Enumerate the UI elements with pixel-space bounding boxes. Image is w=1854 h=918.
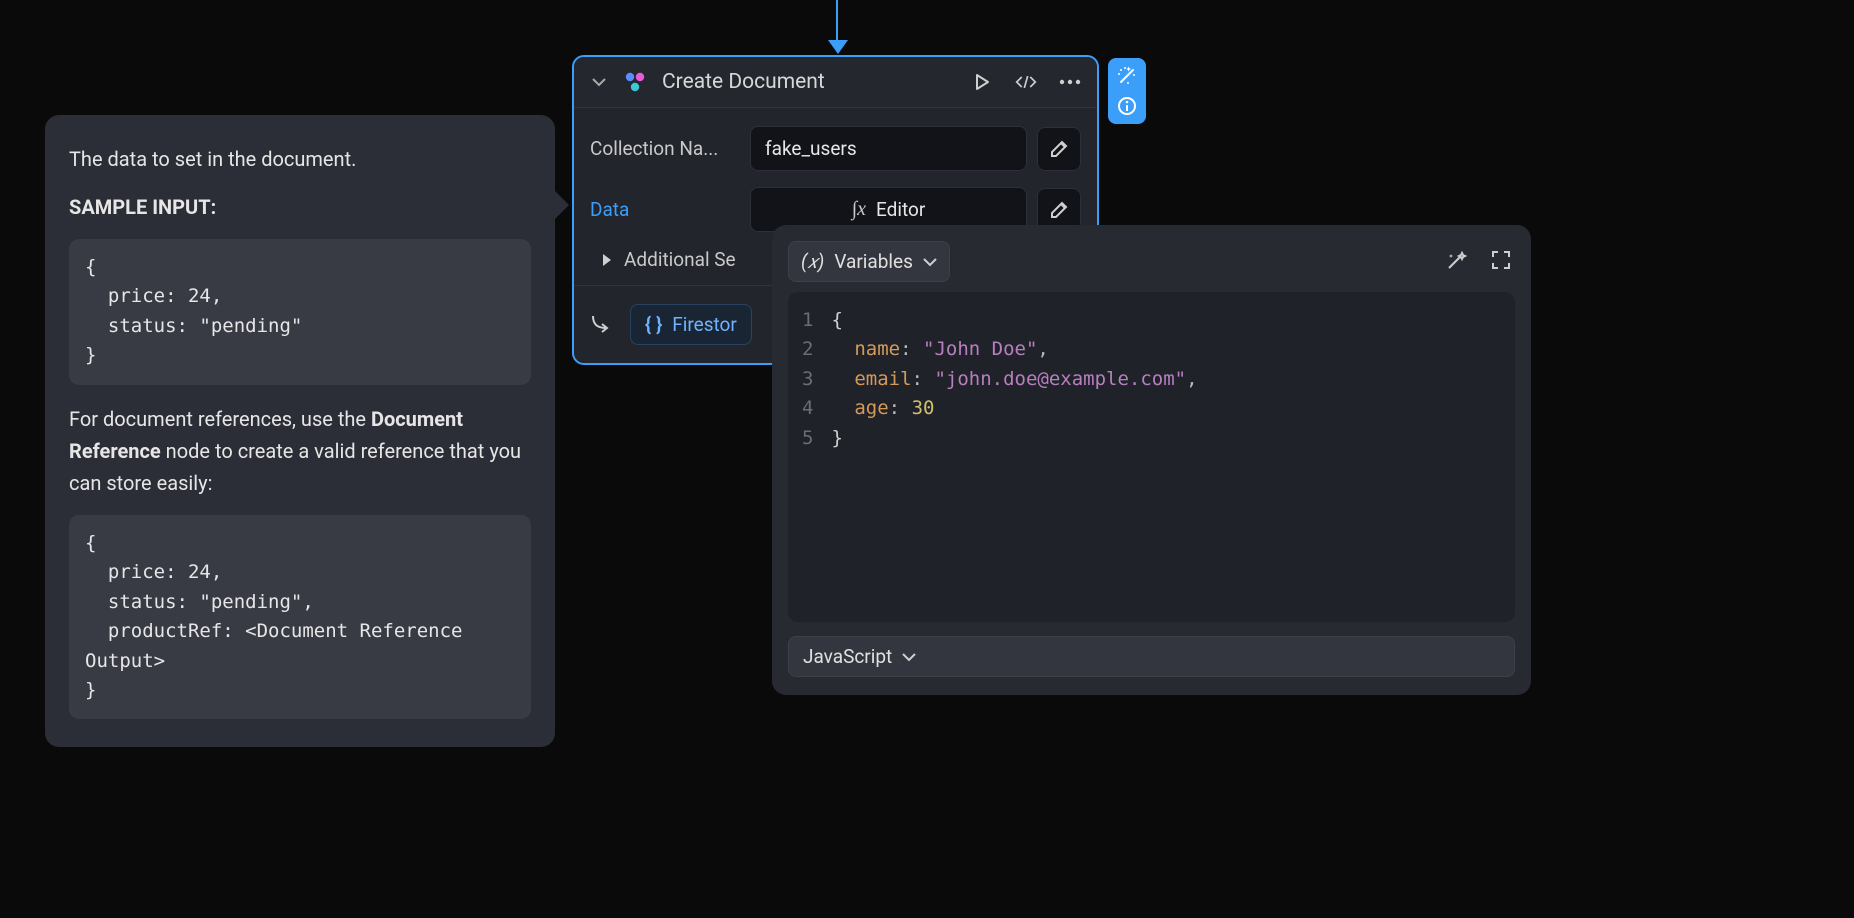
code-area[interactable]: 12345 { name: "John Doe", email: "john.d…	[788, 292, 1515, 622]
fullscreen-button[interactable]	[1491, 250, 1515, 274]
collapse-toggle[interactable]	[590, 73, 608, 91]
language-dropdown[interactable]: JavaScript	[788, 636, 1515, 677]
editor-tools	[1445, 250, 1515, 274]
line-gutter: 12345	[802, 306, 831, 608]
node-actions	[971, 71, 1081, 93]
field-value-collection-text: fake_users	[765, 137, 857, 160]
tooltip-ref-code: { price: 24, status: "pending", productR…	[69, 515, 531, 720]
line-number: 1	[802, 306, 813, 335]
info-icon[interactable]	[1115, 94, 1139, 118]
code-view-button[interactable]	[1015, 71, 1037, 93]
line-number: 5	[802, 424, 813, 453]
edit-collection-button[interactable]	[1037, 127, 1081, 171]
chevron-down-icon	[902, 652, 916, 662]
code-line: }	[831, 424, 1501, 453]
node-side-badges	[1108, 58, 1146, 124]
variable-icon: (𝑥)	[801, 250, 824, 273]
chevron-down-icon	[923, 257, 937, 267]
code-editor-panel: (𝑥) Variables 12345 { name: "John Doe", …	[772, 225, 1531, 695]
tooltip-sample-heading: SAMPLE INPUT:	[69, 195, 216, 219]
node-title: Create Document	[662, 70, 957, 94]
field-value-collection[interactable]: fake_users	[750, 126, 1027, 171]
app-logo-icon	[622, 69, 648, 95]
flow-connector-line	[836, 0, 838, 45]
line-number: 2	[802, 335, 813, 364]
code-line: name: "John Doe",	[831, 335, 1501, 364]
field-label-data: Data	[590, 198, 740, 221]
tooltip-intro: The data to set in the document.	[69, 143, 531, 175]
field-label-collection: Collection Na...	[590, 137, 740, 160]
code-line: {	[831, 306, 1501, 335]
editor-footer: JavaScript	[788, 636, 1515, 677]
additional-settings-label: Additional Se	[624, 248, 736, 271]
ai-assist-button[interactable]	[1445, 250, 1469, 274]
code-line: email: "john.doe@example.com",	[831, 365, 1501, 394]
variables-label: Variables	[834, 250, 913, 273]
code-line: age: 30	[831, 394, 1501, 423]
flow-connector-arrow-icon	[828, 40, 848, 54]
tooltip-pointer-icon	[555, 191, 569, 219]
language-label: JavaScript	[803, 645, 892, 668]
tooltip-sample-code: { price: 24, status: "pending" }	[69, 239, 531, 385]
line-number: 4	[802, 394, 813, 423]
output-type-label: Firestor	[672, 313, 737, 336]
run-button[interactable]	[971, 71, 993, 93]
output-type-pill[interactable]: { } Firestor	[630, 304, 752, 345]
node-header: Create Document	[574, 57, 1097, 108]
line-number: 3	[802, 365, 813, 394]
field-row-collection: Collection Na... fake_users	[590, 118, 1081, 179]
caret-right-icon	[600, 253, 614, 267]
tooltip-ref-paragraph: For document references, use the Documen…	[69, 403, 531, 499]
tooltip-ref-text-1: For document references, use the	[69, 407, 371, 431]
code-content: { name: "John Doe", email: "john.doe@exa…	[831, 306, 1501, 608]
magic-wand-icon[interactable]	[1115, 64, 1139, 88]
fx-icon: ∫x	[852, 198, 866, 221]
help-tooltip: The data to set in the document. SAMPLE …	[45, 115, 555, 747]
variables-dropdown[interactable]: (𝑥) Variables	[788, 241, 950, 282]
more-menu-button[interactable]	[1059, 71, 1081, 93]
output-arrow-icon	[590, 313, 614, 337]
editor-toolbar: (𝑥) Variables	[788, 241, 1515, 282]
field-value-data-text: Editor	[876, 198, 925, 221]
braces-icon: { }	[645, 313, 662, 336]
